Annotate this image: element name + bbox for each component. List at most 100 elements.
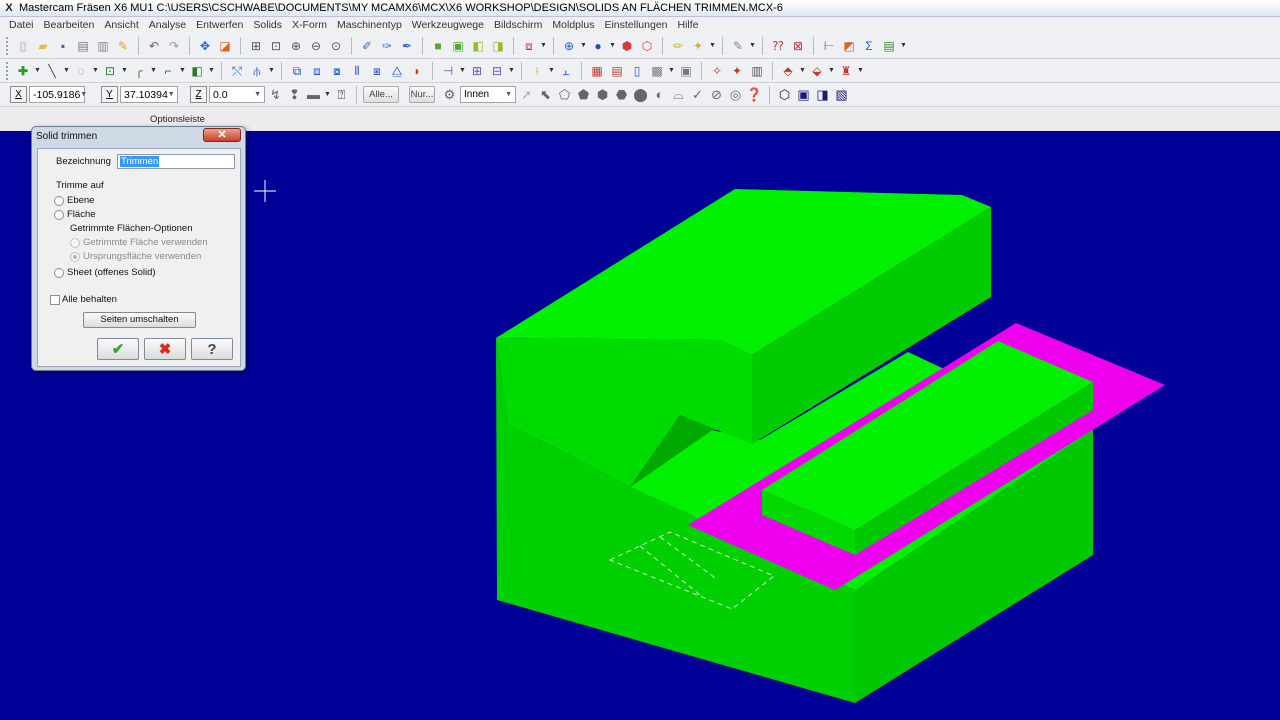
- plot-icon[interactable]: ⁇: [769, 37, 787, 55]
- area-select-icon[interactable]: ⬣: [613, 86, 630, 103]
- point-icon[interactable]: ✚: [14, 62, 32, 80]
- spline-icon[interactable]: ⌐: [159, 62, 177, 80]
- undo-icon[interactable]: ↶: [145, 37, 163, 55]
- select-only-button[interactable]: Nur...: [409, 86, 435, 103]
- solid-loop-icon[interactable]: ▧: [833, 86, 850, 103]
- simulate-icon[interactable]: ✧: [708, 62, 726, 80]
- tool-icon[interactable]: ♜: [837, 62, 855, 80]
- solid-body-icon[interactable]: ⬡: [776, 86, 793, 103]
- solid-select-icon[interactable]: ◎: [727, 86, 744, 103]
- contour-icon[interactable]: ⊟: [488, 62, 506, 80]
- brush-icon[interactable]: ✏: [669, 37, 687, 55]
- calculator-icon[interactable]: ▩: [648, 62, 666, 80]
- table-icon[interactable]: ▤: [608, 62, 626, 80]
- mirror-icon[interactable]: ⧇: [328, 62, 346, 80]
- machine-icon[interactable]: ⊢: [820, 37, 838, 55]
- pen-icon[interactable]: ⬢: [618, 37, 636, 55]
- image-icon[interactable]: ◪: [216, 37, 234, 55]
- menu-einstellungen[interactable]: Einstellungen: [599, 19, 672, 31]
- chevron-down-icon[interactable]: ▼: [508, 67, 515, 74]
- open-file-icon[interactable]: ▰: [34, 37, 52, 55]
- gear-icon[interactable]: ⬡: [638, 37, 656, 55]
- print-preview-icon[interactable]: ▥: [94, 37, 112, 55]
- verify-icon[interactable]: ✦: [728, 62, 746, 80]
- polygon-select-icon[interactable]: ⬟: [575, 86, 592, 103]
- face-icon[interactable]: ⟊: [528, 62, 546, 80]
- toolbar-grip[interactable]: [6, 36, 9, 55]
- toolbar-grip[interactable]: [6, 61, 9, 80]
- dialog-titlebar[interactable]: Solid trimmen ✕: [32, 127, 245, 145]
- zoom-out-icon[interactable]: ⊖: [307, 37, 325, 55]
- redo-icon[interactable]: ↷: [165, 37, 183, 55]
- chain-mode-icon[interactable]: ⚙: [441, 86, 458, 103]
- y-coordinate-field[interactable]: 37.10394 ▼: [120, 86, 178, 103]
- chevron-down-icon[interactable]: ▼: [179, 67, 186, 74]
- cube-icon[interactable]: ⧈: [520, 37, 538, 55]
- chevron-down-icon[interactable]: ▼: [92, 67, 99, 74]
- repaint-icon[interactable]: ✐: [358, 37, 376, 55]
- chevron-down-icon[interactable]: ▼: [857, 67, 864, 74]
- out-select-icon[interactable]: ◐: [651, 86, 668, 103]
- fast-point-icon[interactable]: ↯: [267, 86, 284, 103]
- chevron-down-icon[interactable]: ▼: [208, 67, 215, 74]
- radio-surface-label[interactable]: Fläche: [67, 209, 96, 220]
- x-coordinate-field[interactable]: -105.9186 ▼: [29, 86, 87, 103]
- menu-moldplus[interactable]: Moldplus: [547, 19, 599, 31]
- mastercam-app-icon[interactable]: X: [3, 2, 15, 14]
- menu-x-form[interactable]: X-Form: [287, 19, 332, 31]
- sphere-icon[interactable]: ⊕: [560, 37, 578, 55]
- radio-trimmed-surface[interactable]: [70, 238, 80, 248]
- translate-icon[interactable]: ⧉: [288, 62, 306, 80]
- chevron-down-icon[interactable]: ▼: [668, 67, 675, 74]
- chevron-down-icon[interactable]: ▼: [168, 91, 178, 98]
- solid-icon[interactable]: ●: [589, 37, 607, 55]
- entity-select-icon[interactable]: ▬: [305, 86, 322, 103]
- layer-sum-icon[interactable]: Σ: [860, 37, 878, 55]
- check-select-icon[interactable]: ✓: [689, 86, 706, 103]
- chevron-down-icon[interactable]: ▼: [324, 91, 331, 98]
- lock-icon[interactable]: ❢: [286, 86, 303, 103]
- chevron-down-icon[interactable]: ▼: [799, 67, 806, 74]
- chevron-down-icon[interactable]: ▼: [609, 42, 616, 49]
- save-icon[interactable]: ▪: [54, 37, 72, 55]
- chevron-down-icon[interactable]: ▼: [548, 67, 555, 74]
- trim-icon[interactable]: ⤲: [228, 62, 246, 80]
- radio-trimmed-surface-label[interactable]: Getrimmte Fläche verwenden: [83, 237, 208, 248]
- chevron-down-icon[interactable]: ▼: [268, 67, 275, 74]
- new-file-icon[interactable]: ▯: [14, 37, 32, 55]
- menu-bearbeiten[interactable]: Bearbeiten: [39, 19, 100, 31]
- menu-werkzeugwege[interactable]: Werkzeugwege: [407, 19, 489, 31]
- globe-icon[interactable]: ◨: [489, 37, 507, 55]
- keep-all-label[interactable]: Alle behalten: [62, 294, 117, 305]
- z-coordinate-field[interactable]: 0.0 ▼: [209, 86, 265, 103]
- menu-entwerfen[interactable]: Entwerfen: [191, 19, 248, 31]
- shaded-icon[interactable]: ■: [429, 37, 447, 55]
- grid-icon[interactable]: ▦: [588, 62, 606, 80]
- ok-button[interactable]: ✔: [97, 338, 139, 360]
- window-select-icon[interactable]: ⬠: [556, 86, 573, 103]
- color-icon[interactable]: ✑: [378, 37, 396, 55]
- help-button[interactable]: ?: [191, 338, 233, 360]
- offset-icon[interactable]: ⧆: [368, 62, 386, 80]
- hidden-icon[interactable]: ▣: [449, 37, 467, 55]
- dimension-icon[interactable]: ⫠: [557, 62, 575, 80]
- view-icon[interactable]: ◧: [469, 37, 487, 55]
- help-select-icon[interactable]: ❓: [746, 86, 763, 103]
- chevron-down-icon[interactable]: ▼: [63, 67, 70, 74]
- chevron-down-icon[interactable]: ▼: [709, 42, 716, 49]
- surface-icon[interactable]: ◧: [188, 62, 206, 80]
- analyze-icon[interactable]: ✥: [196, 37, 214, 55]
- cursor-icon[interactable]: ➚: [518, 86, 535, 103]
- menu-maschinentyp[interactable]: Maschinentyp: [332, 19, 407, 31]
- x-axis-label[interactable]: X: [10, 86, 27, 103]
- document-icon[interactable]: ▯: [628, 62, 646, 80]
- zoom-in-icon[interactable]: ⊕: [287, 37, 305, 55]
- help-icon[interactable]: ⍰: [333, 86, 350, 103]
- zoom-window-icon[interactable]: ⊡: [267, 37, 285, 55]
- radio-plane[interactable]: [54, 196, 64, 206]
- cancel-button[interactable]: ✖: [144, 338, 186, 360]
- zoom-fit-icon[interactable]: ⊞: [247, 37, 265, 55]
- radio-sheet[interactable]: [54, 268, 64, 278]
- chevron-down-icon[interactable]: ▼: [150, 67, 157, 74]
- solid-face-icon[interactable]: ▣: [795, 86, 812, 103]
